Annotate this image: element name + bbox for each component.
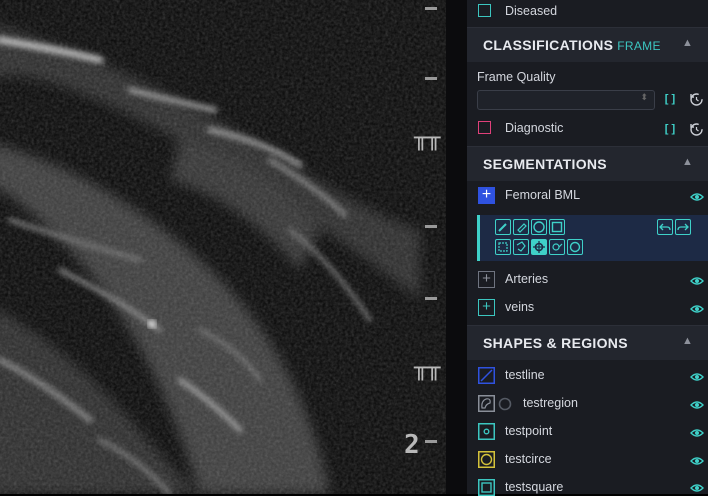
shapes-regions-title: SHAPES & REGIONS bbox=[483, 335, 628, 351]
lasso-icon bbox=[516, 241, 526, 252]
frame-quality-select[interactable]: ⬍ bbox=[477, 90, 655, 110]
shape-label: testcirce bbox=[505, 452, 552, 466]
shapes-regions-header[interactable]: SHAPES & REGIONS ▲ bbox=[467, 325, 708, 360]
box-select-tool[interactable] bbox=[495, 239, 511, 255]
box-select-icon bbox=[498, 242, 508, 252]
move-tool-active[interactable] bbox=[531, 239, 547, 255]
segmentation-toolbar bbox=[477, 215, 708, 261]
shape-label: testpoint bbox=[505, 424, 553, 438]
smart-brush-tool[interactable] bbox=[549, 239, 565, 255]
bracket-button[interactable]: [ ] bbox=[662, 121, 678, 137]
lasso-tool[interactable] bbox=[513, 239, 529, 255]
diseased-label: Diseased bbox=[505, 4, 558, 18]
eye-icon[interactable] bbox=[690, 456, 704, 466]
shape-item[interactable]: testline bbox=[467, 364, 708, 388]
chevron-up-icon[interactable]: ▲ bbox=[682, 37, 696, 51]
fill-icon bbox=[569, 241, 581, 253]
square-brush-tool[interactable] bbox=[549, 219, 565, 235]
eye-icon[interactable] bbox=[690, 483, 704, 493]
ruler-tick bbox=[425, 297, 437, 300]
plus-icon[interactable]: + bbox=[478, 271, 495, 288]
undo-icon bbox=[659, 223, 671, 231]
image-viewport[interactable]: ╥╥ ╥╥ 2 bbox=[0, 0, 446, 494]
eye-icon[interactable] bbox=[690, 428, 704, 438]
circle-icon bbox=[478, 451, 495, 468]
plus-icon[interactable]: + bbox=[478, 299, 495, 316]
select-arrow-icon: ⬍ bbox=[640, 92, 648, 102]
eraser-tool[interactable] bbox=[513, 219, 529, 235]
annotation-panel: Diseased CLASSIFICATIONS FRAME ▲ Frame Qu… bbox=[467, 0, 708, 496]
segmentations-title: SEGMENTATIONS bbox=[483, 156, 607, 172]
point-icon bbox=[478, 423, 495, 440]
segmentation-item[interactable]: + Arteries bbox=[467, 268, 708, 292]
diagnostic-checkbox[interactable] bbox=[478, 121, 491, 134]
ruler-marker: ╥╥ bbox=[414, 126, 441, 151]
reset-icon[interactable] bbox=[689, 92, 704, 107]
bracket-button[interactable]: [ ] bbox=[662, 91, 678, 107]
classifications-subtitle: FRAME bbox=[617, 39, 661, 53]
ruler-marker: ╥╥ bbox=[414, 356, 441, 381]
ruler-tick bbox=[425, 77, 437, 80]
square-icon bbox=[551, 221, 563, 233]
eye-icon[interactable] bbox=[690, 372, 704, 382]
chevron-up-icon[interactable]: ▲ bbox=[682, 156, 696, 170]
segmentation-item[interactable]: + Femoral BML bbox=[467, 184, 708, 208]
eye-icon[interactable] bbox=[690, 276, 704, 286]
brush-tool[interactable] bbox=[495, 219, 511, 235]
classifications-title: CLASSIFICATIONS FRAME bbox=[483, 37, 661, 53]
diseased-checkbox[interactable] bbox=[478, 4, 491, 17]
square-icon bbox=[478, 479, 495, 496]
undo-button[interactable] bbox=[657, 219, 673, 235]
shape-label: testsquare bbox=[505, 480, 564, 494]
reset-icon[interactable] bbox=[689, 122, 704, 137]
segmentations-header[interactable]: SEGMENTATIONS ▲ bbox=[467, 146, 708, 181]
eye-icon[interactable] bbox=[690, 304, 704, 314]
circle-icon bbox=[533, 221, 545, 233]
region-mask-icon[interactable] bbox=[498, 397, 512, 411]
segmentation-label: Femoral BML bbox=[505, 188, 581, 202]
ruler-tick bbox=[425, 440, 437, 443]
label-row-diagnostic[interactable]: Diagnostic [ ] bbox=[467, 118, 708, 140]
shape-label: testregion bbox=[523, 396, 578, 410]
panel-divider[interactable] bbox=[446, 0, 467, 494]
segmentation-item[interactable]: + veins bbox=[467, 296, 708, 320]
circle-brush-tool[interactable] bbox=[531, 219, 547, 235]
segmentation-label: Arteries bbox=[505, 272, 549, 286]
chevron-up-icon[interactable]: ▲ bbox=[682, 335, 696, 349]
ruler-tick bbox=[425, 225, 437, 228]
diagnostic-label: Diagnostic bbox=[505, 121, 564, 135]
shape-item[interactable]: testcirce bbox=[467, 448, 708, 472]
classifications-header[interactable]: CLASSIFICATIONS FRAME ▲ bbox=[467, 27, 708, 62]
line-icon bbox=[478, 367, 495, 384]
shape-item[interactable]: testpoint bbox=[467, 420, 708, 444]
redo-icon bbox=[677, 223, 689, 231]
move-icon bbox=[533, 241, 545, 253]
shape-item[interactable]: testsquare bbox=[467, 476, 708, 496]
frame-quality-label: Frame Quality bbox=[477, 70, 556, 84]
plus-icon[interactable]: + bbox=[478, 187, 495, 204]
fill-tool[interactable] bbox=[567, 239, 583, 255]
redo-button[interactable] bbox=[675, 219, 691, 235]
segmentation-label: veins bbox=[505, 300, 535, 314]
label-row-diseased[interactable]: Diseased bbox=[467, 0, 708, 26]
ultrasound-image bbox=[0, 0, 446, 494]
brush-icon bbox=[498, 223, 507, 232]
smart-brush-icon bbox=[552, 243, 563, 251]
eye-icon[interactable] bbox=[690, 400, 704, 410]
shape-item[interactable]: testregion bbox=[467, 392, 708, 416]
depth-label: 2 bbox=[404, 430, 420, 460]
eye-icon[interactable] bbox=[690, 192, 704, 202]
region-icon bbox=[478, 395, 495, 412]
shape-label: testline bbox=[505, 368, 545, 382]
eraser-icon bbox=[517, 223, 527, 233]
ruler-tick bbox=[425, 7, 437, 10]
